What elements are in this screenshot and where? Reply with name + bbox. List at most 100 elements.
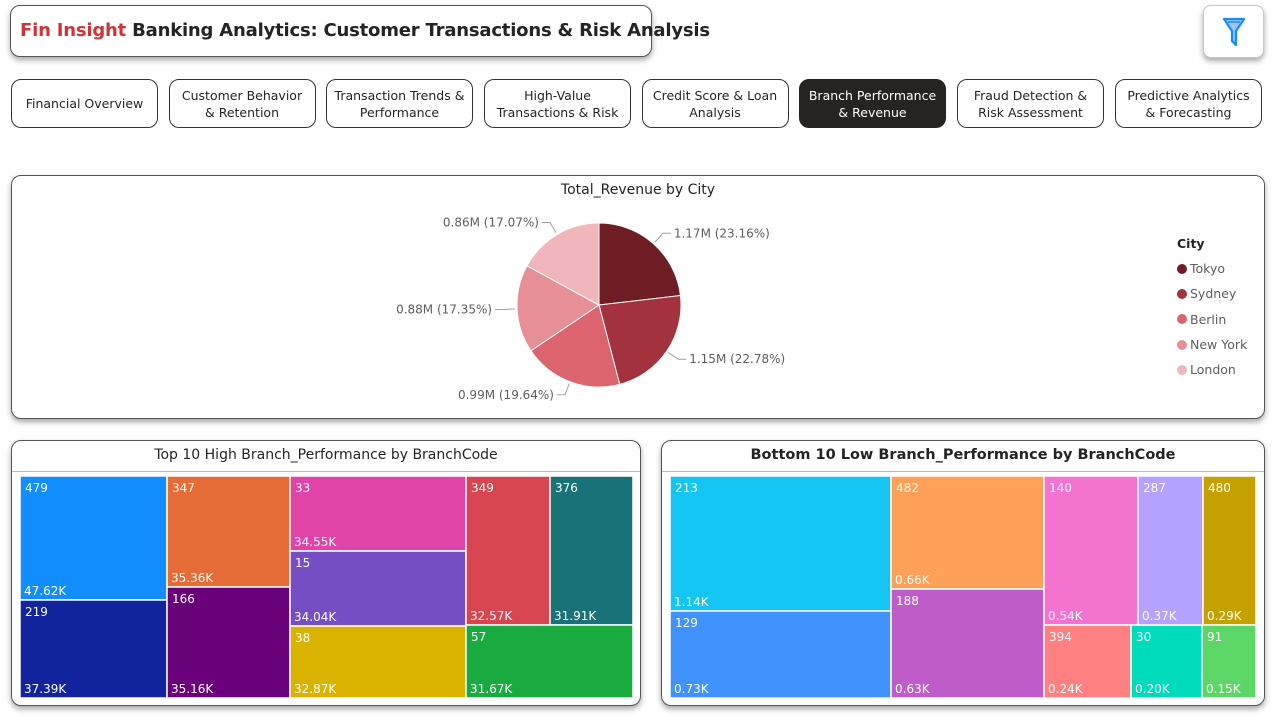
- legend-marker: [1177, 339, 1187, 350]
- bottom-tile-value: 0.15K: [1206, 682, 1242, 696]
- top-tile-code: 57: [471, 630, 486, 644]
- top-tile-code: 479: [25, 481, 48, 495]
- top-tile-33[interactable]: 33 34.55K: [289, 475, 467, 552]
- top-tile-value: 34.55K: [294, 535, 337, 549]
- bottom-tile-value: 0.29K: [1207, 609, 1243, 623]
- report-title-text: Banking Analytics: Customer Transactions…: [126, 20, 710, 41]
- legend-marker: [1177, 263, 1187, 274]
- pie-data-label-berlin: 0.99M (19.64%): [458, 388, 554, 402]
- top-tile-value: 35.36K: [171, 571, 214, 585]
- bottom-tile-482[interactable]: 482 0.66K: [890, 475, 1045, 590]
- bottom-tile-code: 394: [1049, 630, 1072, 644]
- bottom-tile-code: 213: [675, 481, 698, 495]
- bottom-tile-value: 0.20K: [1135, 682, 1171, 696]
- bottom-tile-30[interactable]: 30 0.20K: [1130, 624, 1203, 699]
- pie-slice-tokyo[interactable]: [598, 222, 682, 306]
- bottom-tile-480[interactable]: 480 0.29K: [1202, 475, 1257, 626]
- top-tile-15[interactable]: 15 34.04K: [289, 550, 467, 627]
- top-tile-219[interactable]: 219 37.39K: [19, 599, 168, 699]
- top-tile-code: 38: [295, 631, 310, 645]
- legend-item-new-york[interactable]: New York: [1177, 332, 1247, 357]
- report-title: Fin Insight Banking Analytics: Customer …: [20, 20, 710, 41]
- top-tile-38[interactable]: 38 32.87K: [289, 625, 467, 699]
- top-tile-code: 376: [555, 481, 578, 495]
- legend-label: London: [1190, 362, 1236, 378]
- tab-predictive-analytics-forecasting[interactable]: Predictive Analytics & Forecasting: [1115, 79, 1262, 128]
- bottom-tile-394[interactable]: 394 0.24K: [1043, 624, 1132, 699]
- tab-fraud-detection-risk-assessment[interactable]: Fraud Detection & Risk Assessment: [957, 79, 1104, 128]
- report-title-card: Fin Insight Banking Analytics: Customer …: [10, 5, 710, 57]
- top-tile-value: 32.87K: [294, 682, 337, 696]
- top-tile-code: 15: [295, 556, 310, 570]
- bottom-tile-value: 0.73K: [674, 682, 710, 696]
- bottom-tile-code: 30: [1136, 630, 1151, 644]
- top-tile-code: 166: [172, 592, 195, 606]
- tab-branch-performance-revenue[interactable]: Branch Performance & Revenue: [799, 79, 946, 128]
- bottom-tile-188[interactable]: 188 0.63K: [890, 588, 1045, 699]
- pie-leader-line-tokyo: [654, 232, 671, 243]
- top-tile-57[interactable]: 57 31.67K: [465, 624, 634, 699]
- tab-transaction-trends-performance[interactable]: Transaction Trends & Performance: [326, 79, 473, 128]
- top-tile-value: 31.91K: [554, 609, 597, 623]
- bottom-tile-value: 0.24K: [1048, 682, 1084, 696]
- tab-high-value-transactions-risk[interactable]: High-Value Transactions & Risk: [484, 79, 631, 128]
- top-tile-code: 347: [172, 481, 195, 495]
- bottom-tile-code: 287: [1143, 481, 1166, 495]
- bottom-tile-code: 480: [1208, 481, 1231, 495]
- top-tile-code: 349: [471, 481, 494, 495]
- legend-marker: [1177, 364, 1187, 375]
- pie-data-label-london: 0.86M (17.07%): [443, 215, 539, 229]
- pie-leader-line-new-york: [495, 308, 516, 310]
- top-tile-code: 219: [25, 605, 48, 619]
- top-tile-value: 35.16K: [171, 682, 214, 696]
- tab-credit-score-loan-analysis[interactable]: Credit Score & Loan Analysis: [641, 79, 789, 128]
- legend-item-berlin[interactable]: Berlin: [1177, 307, 1247, 332]
- legend-label: Sydney: [1190, 286, 1237, 302]
- top-tile-347[interactable]: 347 35.36K: [166, 475, 291, 588]
- bottom-tile-value: 1.14K: [674, 595, 710, 609]
- top-tile-value: 34.04K: [294, 610, 337, 624]
- bottom-10-branch-treemap: Bottom 10 Low Branch_Performance by Bran…: [661, 440, 1265, 706]
- bottom-tile-code: 140: [1049, 481, 1072, 495]
- top-tile-value: 32.57K: [470, 609, 513, 623]
- pie-data-label-sydney: 1.15M (22.78%): [689, 352, 785, 366]
- revenue-by-city-chart: Total_Revenue by City 1.17M (23.16%) 1.15…: [11, 175, 1265, 419]
- bottom-tile-code: 129: [675, 616, 698, 630]
- page-navigation-tabs: Financial Overview Customer Behavior & R…: [11, 79, 1265, 129]
- pie-data-label-tokyo: 1.17M (23.16%): [674, 226, 770, 240]
- top-tile-479[interactable]: 479 47.62K: [19, 475, 168, 601]
- legend-marker: [1177, 314, 1187, 325]
- bottom-tile-91[interactable]: 91 0.15K: [1201, 624, 1257, 699]
- top-tile-value: 47.62K: [24, 584, 67, 598]
- top-tile-349[interactable]: 349 32.57K: [465, 475, 551, 626]
- tab-customer-behavior-retention[interactable]: Customer Behavior & Retention: [168, 79, 316, 128]
- top-tile-166[interactable]: 166 35.16K: [166, 586, 291, 699]
- top-tile-value: 37.39K: [24, 682, 67, 696]
- bottom-tile-value: 0.63K: [895, 682, 931, 696]
- bottom-tile-140[interactable]: 140 0.54K: [1043, 475, 1139, 626]
- legend-item-tokyo[interactable]: Tokyo: [1177, 256, 1247, 281]
- legend-item-sydney[interactable]: Sydney: [1177, 281, 1247, 306]
- legend-label: Tokyo: [1190, 261, 1225, 277]
- bottom-treemap-svg: 213 1.14K 129 0.73K 482 0.66K 188 0.63K 140 0.54K…: [669, 475, 1257, 699]
- bottom-tile-value: 0.66K: [895, 573, 931, 587]
- top-tile-code: 33: [295, 481, 310, 495]
- brand-name: Fin Insight: [20, 20, 127, 41]
- bottom-tile-129[interactable]: 129 0.73K: [669, 610, 892, 699]
- filter-funnel-icon: [1222, 17, 1246, 47]
- bottom-tile-287[interactable]: 287 0.37K: [1137, 475, 1204, 626]
- top-treemap-svg: 479 47.62K 219 37.39K 347 35.36K 166 35.16K 33 34…: [19, 475, 634, 699]
- tab-financial-overview[interactable]: Financial Overview: [11, 79, 158, 128]
- pie-chart-svg: 1.17M (23.16%) 1.15M (22.78%) 0.99M (19.64…: [396, 215, 785, 402]
- bottom-tile-code: 482: [896, 481, 919, 495]
- pie-legend: City Tokyo Sydney Berlin New York London: [1177, 236, 1247, 382]
- legend-item-london[interactable]: London: [1177, 357, 1247, 382]
- top-10-branch-treemap: Top 10 High Branch_Performance by Branch…: [11, 440, 641, 706]
- bottom-tile-213[interactable]: 213 1.14K: [669, 475, 892, 612]
- pie-leader-line-berlin: [557, 383, 570, 396]
- top-tile-376[interactable]: 376 31.91K: [549, 475, 634, 626]
- top-tile-value: 31.67K: [470, 682, 513, 696]
- filter-button[interactable]: [1203, 5, 1264, 58]
- bottom-tile-code: 91: [1207, 630, 1222, 644]
- pie-leader-line-london: [541, 221, 557, 234]
